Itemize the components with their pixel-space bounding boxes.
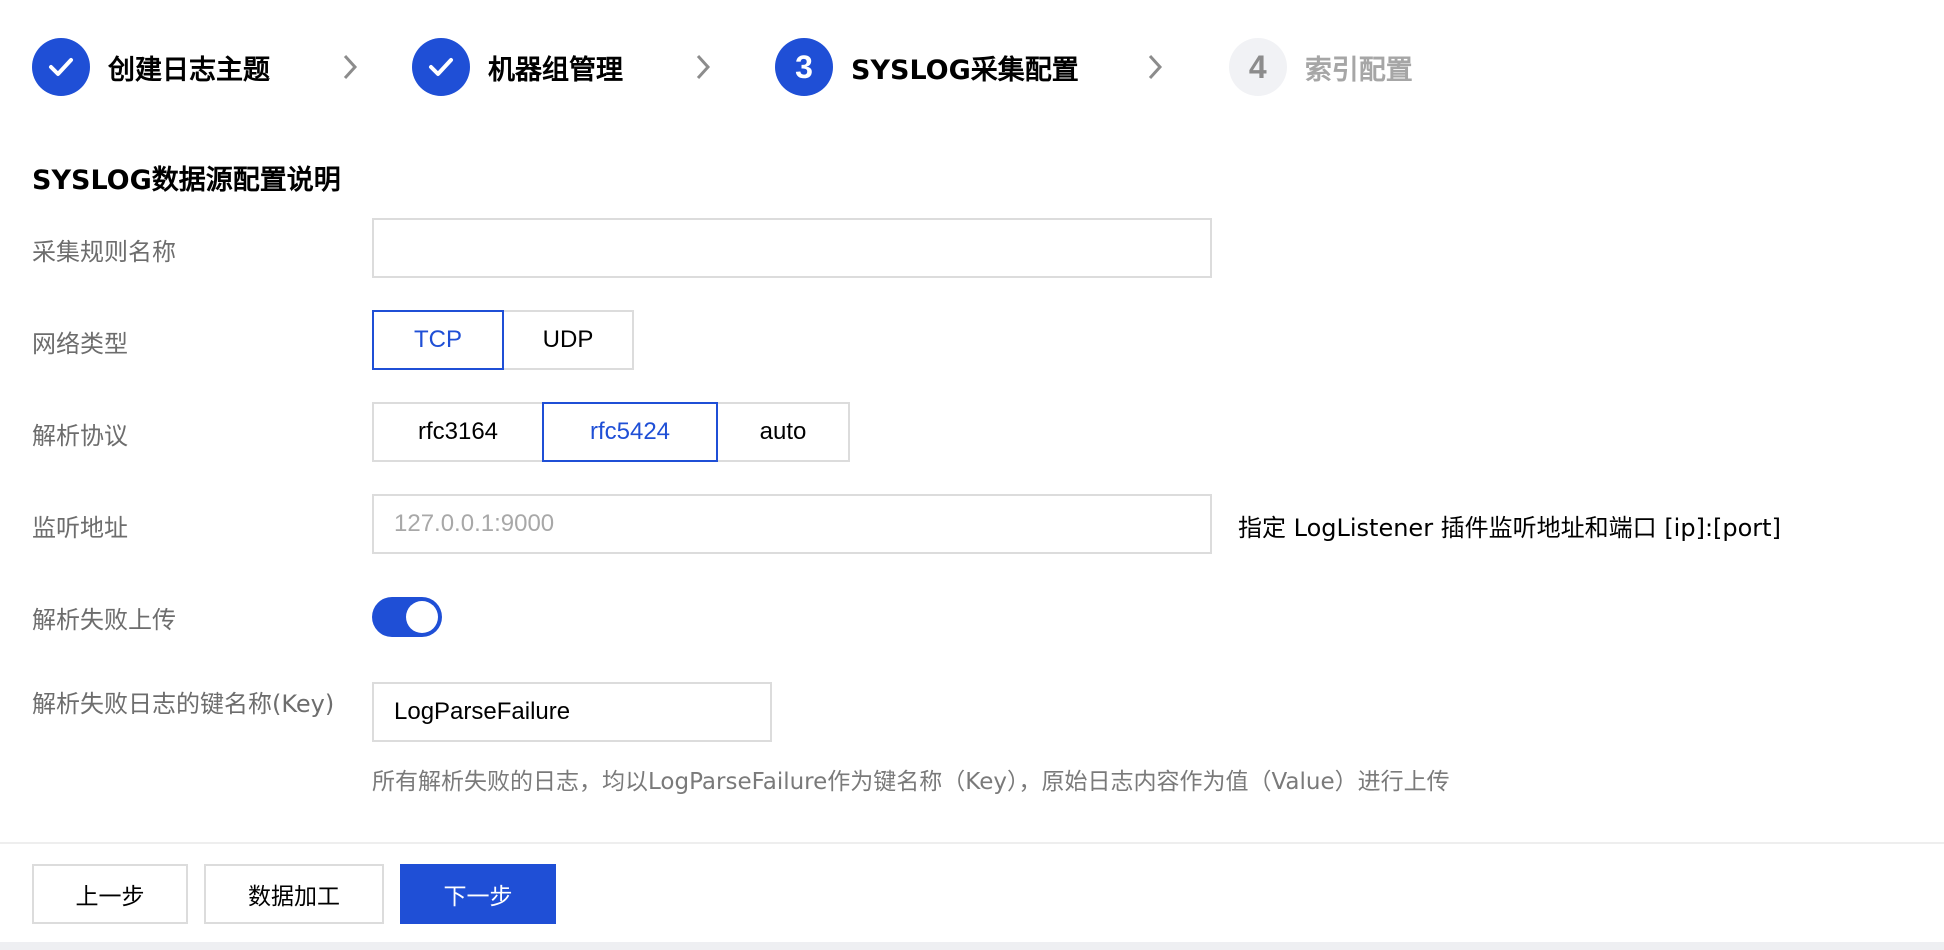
protocol-rfc5424[interactable]: rfc5424 <box>542 402 718 462</box>
step-create-topic: 创建日志主题 <box>32 38 270 96</box>
protocol-label: 解析协议 <box>32 422 128 450</box>
step-1-circle <box>32 38 90 96</box>
chevron-right-icon <box>338 52 362 82</box>
step-3-label: SYSLOG采集配置 <box>851 54 1079 86</box>
network-type-label: 网络类型 <box>32 330 128 358</box>
step-4-circle: 4 <box>1228 38 1287 96</box>
footer-divider <box>0 842 1944 844</box>
rule-name-label: 采集规则名称 <box>32 238 176 266</box>
chevron-right-icon <box>1143 52 1167 82</box>
bottom-strip <box>0 942 1944 950</box>
checkmark-icon <box>429 58 453 76</box>
network-type-tcp[interactable]: TCP <box>372 310 504 370</box>
chevron-right-icon <box>691 52 715 82</box>
protocol-auto[interactable]: auto <box>716 402 850 462</box>
step-machine-group: 机器组管理 <box>412 38 623 96</box>
protocol-rfc3164[interactable]: rfc3164 <box>372 402 544 462</box>
next-button[interactable]: 下一步 <box>400 864 556 924</box>
upload-on-fail-label: 解析失败上传 <box>32 606 176 634</box>
steps-indicator: 创建日志主题 机器组管理 3 SYSLOG采集配置 4 索引配置 <box>32 38 1413 96</box>
protocol-selector: rfc3164 rfc5424 auto <box>372 402 850 462</box>
syslog-config-page: 创建日志主题 机器组管理 3 SYSLOG采集配置 4 索引配置 SYSLOG数… <box>0 0 1944 950</box>
step-2-circle <box>412 38 470 96</box>
listen-address-label: 监听地址 <box>32 514 128 542</box>
data-process-button[interactable]: 数据加工 <box>204 864 384 924</box>
step-1-label: 创建日志主题 <box>108 54 270 86</box>
upload-on-fail-toggle[interactable] <box>372 597 442 637</box>
step-index-config: 4 索引配置 <box>1228 38 1413 96</box>
prev-button[interactable]: 上一步 <box>32 864 188 924</box>
listen-address-hint: 指定 LogListener 插件监听地址和端口 [ip]:[port] <box>1238 514 1781 542</box>
step-2-label: 机器组管理 <box>488 54 623 86</box>
step-syslog-config: 3 SYSLOG采集配置 <box>775 38 1079 96</box>
listen-address-input[interactable] <box>372 494 1212 554</box>
step-4-label: 索引配置 <box>1304 54 1413 86</box>
step-3-circle: 3 <box>775 38 833 96</box>
checkmark-icon <box>49 58 73 76</box>
fail-key-label: 解析失败日志的键名称(Key) <box>32 690 335 718</box>
fail-key-help: 所有解析失败的日志，均以LogParseFailure作为键名称（Key），原始… <box>372 769 1450 795</box>
fail-key-input[interactable] <box>372 682 772 742</box>
section-title: SYSLOG数据源配置说明 <box>32 165 341 196</box>
network-type-udp[interactable]: UDP <box>502 310 634 370</box>
toggle-knob <box>406 601 438 633</box>
network-type-selector: TCP UDP <box>372 310 634 370</box>
rule-name-input[interactable] <box>372 218 1212 278</box>
